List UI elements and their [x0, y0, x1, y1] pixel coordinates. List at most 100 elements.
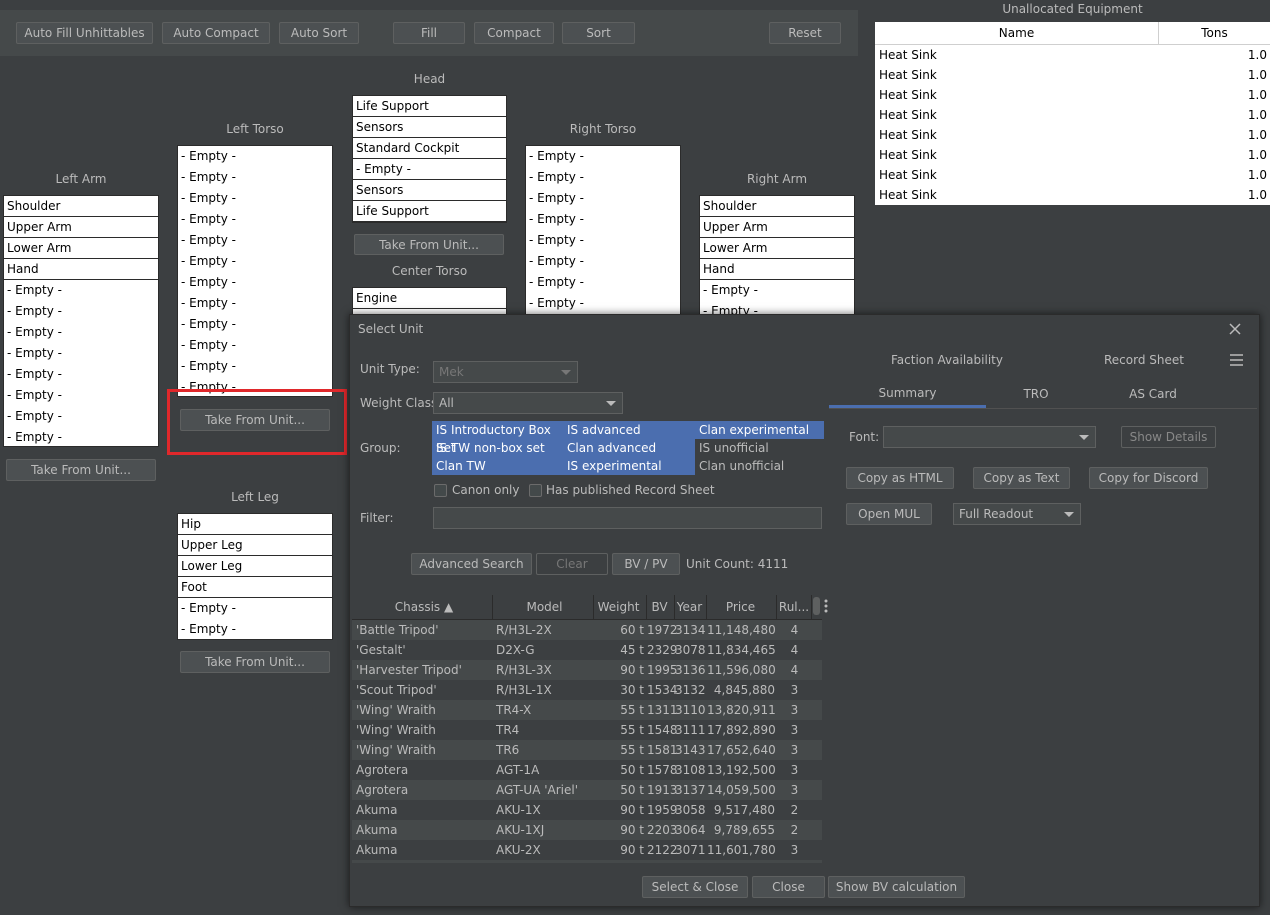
slot-item[interactable]: - Empty -	[178, 598, 332, 619]
slot-item[interactable]: - Empty -	[178, 230, 332, 251]
table-row[interactable]: Agrotera AGT-1A 50 t 1578 3108 13,192,500 3	[352, 760, 822, 780]
sort-button[interactable]: Sort	[562, 22, 635, 44]
slot-item[interactable]: - Empty -	[178, 619, 332, 640]
group-option[interactable]: Clan advanced	[563, 439, 695, 457]
slot-item[interactable]: Standard Cockpit	[353, 138, 506, 159]
table-row[interactable]: 'Scout Tripod' R/H3L-1X 30 t 1534 3132 4,845,…	[352, 680, 822, 700]
slot-item[interactable]: - Empty -	[4, 406, 158, 427]
group-option[interactable]: Clan experimental	[695, 421, 824, 439]
slot-item[interactable]: - Empty -	[178, 188, 332, 209]
slot-item[interactable]: Engine	[353, 288, 506, 309]
hamburger-menu-icon[interactable]	[1230, 354, 1243, 366]
copy-as-text-button[interactable]: Copy as Text	[973, 467, 1070, 489]
slot-item[interactable]: - Empty -	[526, 167, 680, 188]
slot-item[interactable]: - Empty -	[4, 385, 158, 406]
head-take-from-unit-button[interactable]: Take From Unit...	[354, 234, 504, 255]
readout-select[interactable]: Full Readout	[953, 503, 1081, 525]
record-sheet-tab[interactable]: Record Sheet	[1104, 353, 1184, 367]
select-close-button[interactable]: Select & Close	[642, 876, 748, 898]
reset-button[interactable]: Reset	[769, 22, 841, 44]
table-scrollbar[interactable]	[813, 597, 820, 615]
col-tons-header[interactable]: Tons	[1159, 22, 1270, 44]
slot-item[interactable]: - Empty -	[526, 251, 680, 272]
col-chassis-header[interactable]: Chassis ▲	[352, 595, 493, 619]
unallocated-row[interactable]: Heat Sink 1.0	[875, 125, 1270, 145]
group-option[interactable]: IS TW non-box set	[432, 439, 563, 457]
slot-item[interactable]: - Empty -	[526, 188, 680, 209]
slot-item[interactable]: - Empty -	[178, 251, 332, 272]
slot-item[interactable]: Hip	[178, 514, 332, 535]
slot-item[interactable]: Life Support	[353, 96, 506, 117]
slot-item[interactable]: - Empty -	[178, 167, 332, 188]
copy-as-html-button[interactable]: Copy as HTML	[846, 467, 954, 489]
table-row[interactable]: 'Wing' Wraith TR4 55 t 1548 3111 17,892,890 3	[352, 720, 822, 740]
slot-item[interactable]: - Empty -	[178, 335, 332, 356]
auto-fill-unhittables-button[interactable]: Auto Fill Unhittables	[16, 22, 153, 44]
group-option[interactable]: IS experimental	[563, 457, 695, 475]
auto-sort-button[interactable]: Auto Sort	[279, 22, 359, 44]
slot-item[interactable]: - Empty -	[178, 272, 332, 293]
slot-item[interactable]: - Empty -	[178, 356, 332, 377]
copy-for-discord-button[interactable]: Copy for Discord	[1089, 467, 1208, 489]
table-row[interactable]: 'Battle Tripod' R/H3L-2X 60 t 1972 3134 11,14…	[352, 620, 822, 640]
col-bv-header[interactable]: BV	[647, 595, 675, 619]
open-mul-button[interactable]: Open MUL	[846, 503, 932, 525]
slot-item[interactable]: - Empty -	[4, 343, 158, 364]
slot-item[interactable]: Foot	[178, 577, 332, 598]
slot-item[interactable]: Hand	[4, 259, 158, 280]
auto-compact-button[interactable]: Auto Compact	[162, 22, 270, 44]
canon-only-checkbox[interactable]	[434, 484, 447, 497]
col-year-header[interactable]: Year	[675, 595, 707, 619]
show-bv-calculation-button[interactable]: Show BV calculation	[828, 876, 965, 898]
slot-item[interactable]: Hand	[700, 259, 854, 280]
unallocated-row[interactable]: Heat Sink 1.0	[875, 85, 1270, 105]
slot-item[interactable]: - Empty -	[526, 293, 680, 314]
slot-item[interactable]: - Empty -	[526, 230, 680, 251]
slot-item[interactable]: Lower Arm	[4, 238, 158, 259]
bv-pv-button[interactable]: BV / PV	[612, 553, 680, 575]
unallocated-row[interactable]: Heat Sink 1.0	[875, 165, 1270, 185]
slot-item[interactable]: Sensors	[353, 180, 506, 201]
tab-as-card[interactable]: AS Card	[1090, 380, 1216, 408]
slot-item[interactable]: Lower Arm	[700, 238, 854, 259]
table-row[interactable]: Akuma AKU-1X 90 t 1959 3058 9,517,480 2	[352, 800, 822, 820]
show-details-button[interactable]: Show Details	[1121, 426, 1216, 448]
unit-type-select[interactable]: Mek	[433, 361, 578, 383]
column-menu-icon[interactable]	[824, 598, 828, 614]
has-record-sheet-checkbox[interactable]	[529, 484, 542, 497]
filter-input[interactable]	[433, 507, 822, 529]
slot-item[interactable]: - Empty -	[526, 209, 680, 230]
slot-item[interactable]: Upper Leg	[178, 535, 332, 556]
col-name-header[interactable]: Name	[875, 22, 1159, 44]
col-rules-header[interactable]: Rul...	[777, 595, 812, 619]
slot-item[interactable]: - Empty -	[4, 427, 158, 448]
left-arm-take-from-unit-button[interactable]: Take From Unit...	[6, 459, 156, 481]
clear-button[interactable]: Clear	[536, 553, 608, 575]
table-row[interactable]: 'Harvester Tripod' R/H3L-3X 90 t 1995 3136 11…	[352, 660, 822, 680]
unallocated-row[interactable]: Heat Sink 1.0	[875, 105, 1270, 125]
slot-item[interactable]: - Empty -	[178, 314, 332, 335]
slot-item[interactable]: - Empty -	[178, 293, 332, 314]
compact-button[interactable]: Compact	[474, 22, 554, 44]
slot-item[interactable]: - Empty -	[4, 364, 158, 385]
unallocated-row[interactable]: Heat Sink 1.0	[875, 65, 1270, 85]
weight-class-select[interactable]: All	[433, 392, 623, 414]
fill-button[interactable]: Fill	[393, 22, 465, 44]
unallocated-row[interactable]: Heat Sink 1.0	[875, 45, 1270, 65]
tab-summary[interactable]: Summary	[829, 380, 986, 408]
font-select[interactable]	[883, 426, 1096, 448]
unallocated-row[interactable]: Heat Sink 1.0	[875, 145, 1270, 165]
slot-item[interactable]: - Empty -	[353, 159, 506, 180]
tab-tro[interactable]: TRO	[986, 380, 1086, 408]
left-leg-take-from-unit-button[interactable]: Take From Unit...	[180, 651, 330, 673]
close-button[interactable]: Close	[752, 876, 825, 898]
table-row[interactable]: Akuma AKU-2X 90 t 2122 3071 11,601,780 3	[352, 840, 822, 860]
col-model-header[interactable]: Model	[493, 595, 594, 619]
group-option[interactable]: IS advanced	[563, 421, 695, 439]
close-icon[interactable]	[1227, 320, 1243, 338]
slot-item[interactable]: - Empty -	[4, 280, 158, 301]
slot-item[interactable]: - Empty -	[4, 301, 158, 322]
col-price-header[interactable]: Price	[707, 595, 777, 619]
group-option[interactable]: IS Introductory Box Set	[432, 421, 563, 455]
slot-item[interactable]: Shoulder	[4, 196, 158, 217]
